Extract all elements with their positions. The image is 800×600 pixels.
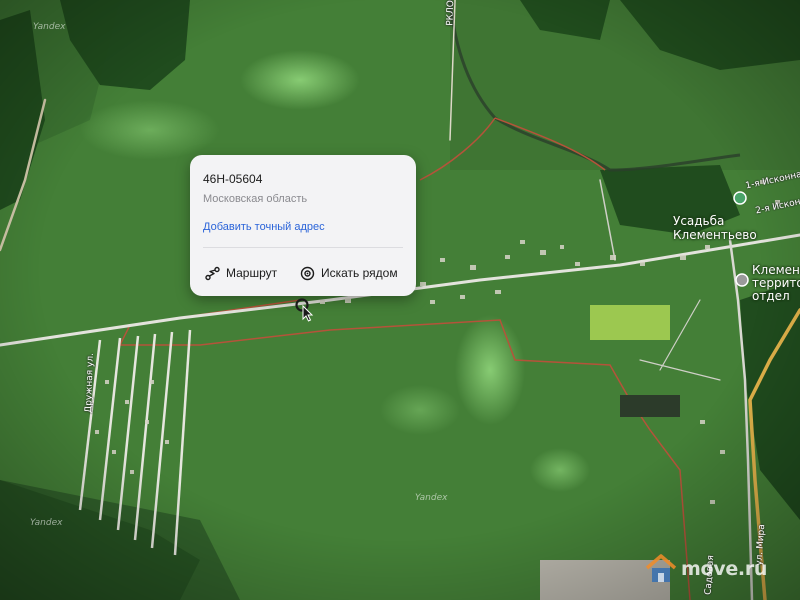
search-nearby-button-label: Искать рядом	[321, 266, 398, 280]
popup-region: Московская область	[203, 193, 308, 205]
object-popup-card: 46Н-05604 Московская область Добавить то…	[190, 155, 416, 296]
search-nearby-icon	[300, 266, 315, 280]
move-ru-logo: move.ru	[644, 552, 767, 586]
house-logo-icon	[645, 554, 677, 582]
office-label-line3[interactable]: отдел	[752, 290, 790, 303]
search-nearby-button[interactable]: Искать рядом	[300, 263, 398, 283]
road-label-top: РКЛО	[445, 0, 457, 27]
estate-label-line2[interactable]: Клементьево	[673, 229, 757, 242]
road-label-druzhnaya: Дружная ул.	[83, 352, 96, 414]
satellite-map[interactable]	[0, 0, 800, 600]
route-icon	[205, 266, 220, 280]
watermark: Yandex	[33, 22, 66, 32]
watermark: Yandex	[30, 518, 63, 528]
logo-text: move.ru	[681, 558, 768, 580]
popup-divider	[203, 247, 403, 248]
watermark: Yandex	[415, 493, 448, 503]
route-button-label: Маршрут	[226, 266, 278, 280]
route-button[interactable]: Маршрут	[205, 263, 277, 283]
popup-title: 46Н-05604	[203, 172, 263, 186]
mouse-cursor-icon	[295, 298, 314, 322]
add-address-link[interactable]: Добавить точный адрес	[203, 221, 325, 233]
estate-label-line1[interactable]: Усадьба	[673, 215, 724, 228]
selected-point-marker[interactable]	[295, 298, 317, 327]
